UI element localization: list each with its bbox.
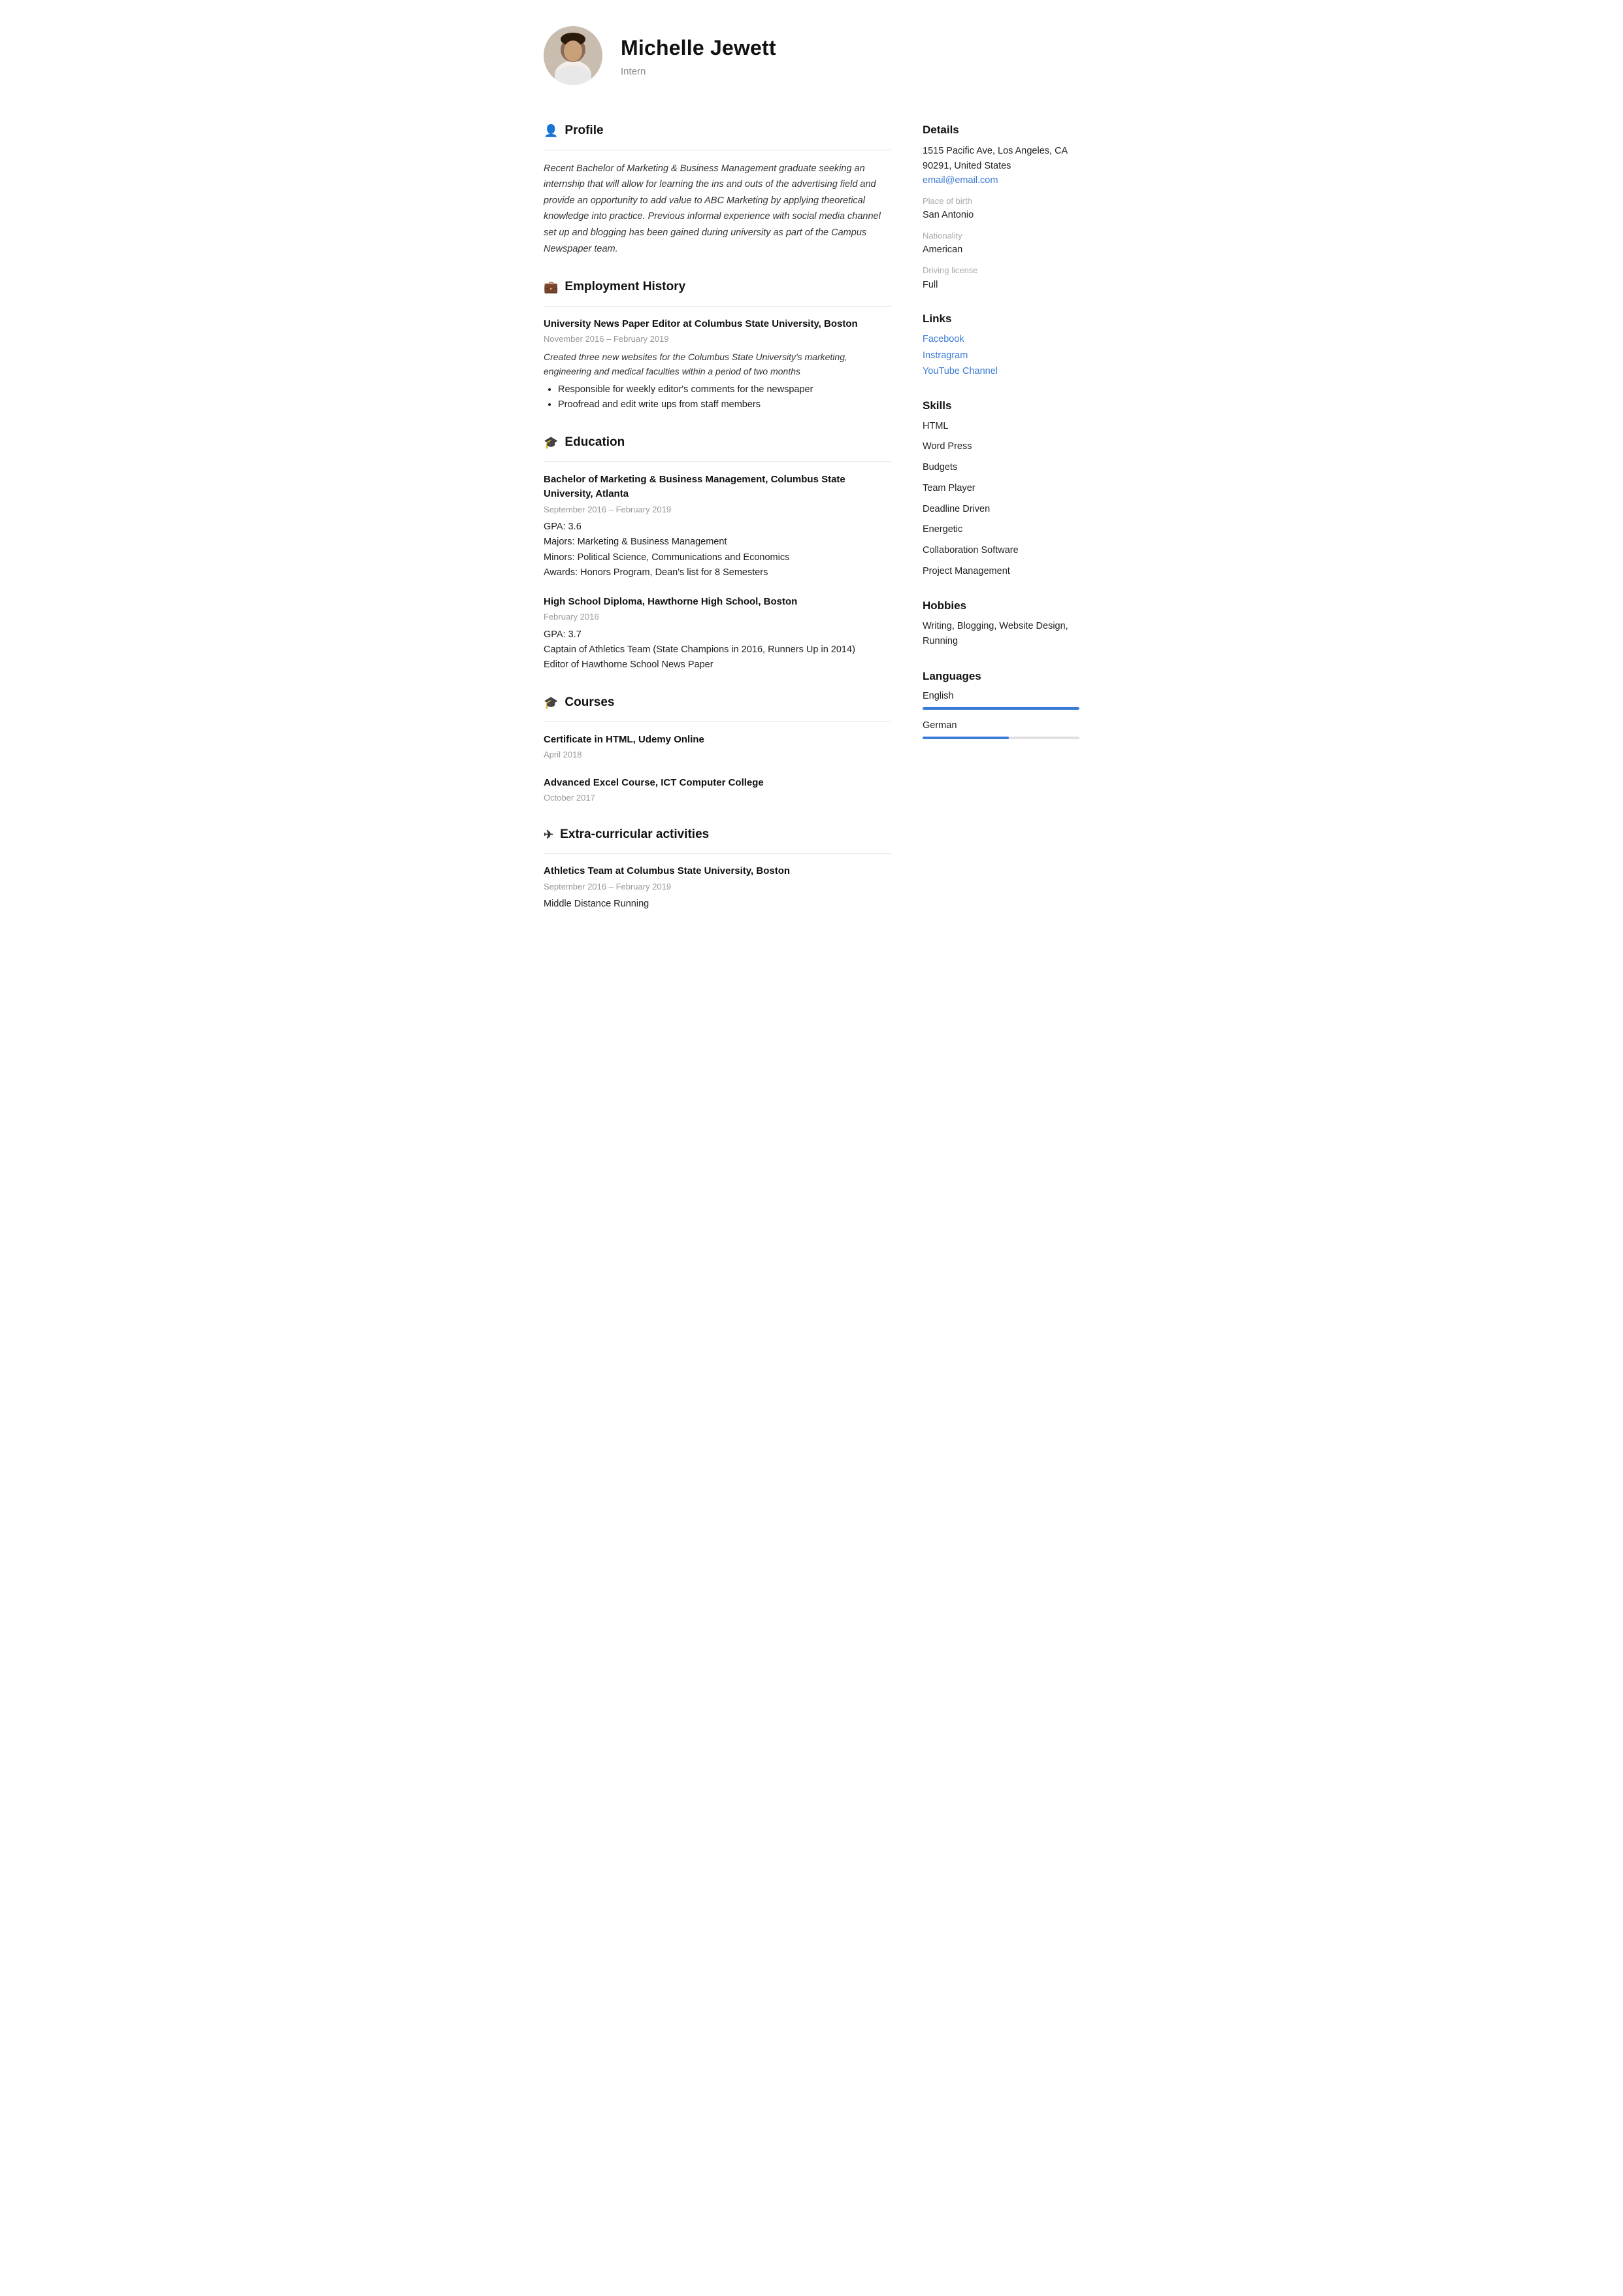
details-address: 1515 Pacific Ave, Los Angeles, CA 90291,… [923, 144, 1079, 174]
edu-line-1: Majors: Marketing & Business Management [544, 535, 891, 550]
driving-license-value: Full [923, 278, 1079, 293]
place-of-birth-value: San Antonio [923, 208, 1079, 223]
profile-icon: 👤 [544, 122, 558, 140]
details-section: Details 1515 Pacific Ave, Los Angeles, C… [923, 122, 1079, 292]
extracurricular-entry-0: Athletics Team at Columbus State Univers… [544, 864, 891, 912]
education-entry-0: Bachelor of Marketing & Business Managem… [544, 473, 891, 580]
bullet-0: Responsible for weekly editor's comments… [558, 383, 891, 397]
course-title-0: Certificate in HTML, Udemy Online [544, 733, 891, 748]
extracurricular-section-title: ✈ Extra-curricular activities [544, 825, 891, 844]
extracurricular-title-0: Athletics Team at Columbus State Univers… [544, 864, 891, 879]
education-date-0: September 2016 – February 2019 [544, 503, 891, 516]
candidate-title: Intern [621, 65, 776, 80]
lang-german-bar-fill [923, 737, 1009, 739]
lang-german: German [923, 719, 1079, 739]
candidate-name: Michelle Jewett [621, 32, 776, 63]
hobbies-text: Writing, Blogging, Website Design, Runni… [923, 619, 1079, 649]
links-section: Links Facebook Instragram YouTube Channe… [923, 310, 1079, 379]
link-youtube[interactable]: YouTube Channel [923, 365, 1079, 379]
skill-project-mgmt: Project Management [923, 565, 1079, 579]
avatar [544, 26, 602, 85]
lang-english-bar-bg [923, 707, 1079, 710]
details-title: Details [923, 122, 1079, 139]
courses-section: 🎓 Courses Certificate in HTML, Udemy Onl… [544, 693, 891, 805]
left-column: 👤 Profile Recent Bachelor of Marketing &… [544, 122, 891, 933]
employment-title-0: University News Paper Editor at Columbus… [544, 317, 891, 332]
header: Michelle Jewett Intern [544, 26, 1079, 98]
extracurricular-divider [544, 853, 891, 854]
edu-line-3: Awards: Honors Program, Dean's list for … [544, 565, 891, 580]
languages-title: Languages [923, 668, 1079, 685]
main-layout: 👤 Profile Recent Bachelor of Marketing &… [544, 122, 1079, 933]
edu-line-2: Minors: Political Science, Communication… [544, 550, 891, 565]
course-title-1: Advanced Excel Course, ICT Computer Coll… [544, 776, 891, 791]
extracurricular-body-0: Middle Distance Running [544, 897, 891, 912]
lang-english-name: English [923, 690, 1079, 704]
edu-line-0: GPA: 3.6 [544, 520, 891, 535]
course-entry-1: Advanced Excel Course, ICT Computer Coll… [544, 776, 891, 805]
education-section: 🎓 Education Bachelor of Marketing & Busi… [544, 433, 891, 673]
lang-german-bar-bg [923, 737, 1079, 739]
skill-collab-software: Collaboration Software [923, 544, 1079, 558]
courses-section-title: 🎓 Courses [544, 693, 891, 712]
education-body-1: GPA: 3.7 Captain of Athletics Team (Stat… [544, 627, 891, 673]
edu2-line-1: Captain of Athletics Team (State Champio… [544, 642, 891, 657]
employment-desc-0: Created three new websites for the Colum… [544, 350, 891, 379]
link-instagram[interactable]: Instragram [923, 349, 1079, 363]
education-section-title: 🎓 Education [544, 433, 891, 452]
courses-icon: 🎓 [544, 694, 558, 712]
hobbies-title: Hobbies [923, 597, 1079, 614]
skill-energetic: Energetic [923, 523, 1079, 537]
extracurricular-icon: ✈ [544, 826, 553, 844]
hobbies-section: Hobbies Writing, Blogging, Website Desig… [923, 597, 1079, 650]
employment-divider [544, 306, 891, 307]
education-body-0: GPA: 3.6 Majors: Marketing & Business Ma… [544, 520, 891, 580]
profile-text: Recent Bachelor of Marketing & Business … [544, 161, 891, 258]
education-title-1: High School Diploma, Hawthorne High Scho… [544, 595, 891, 610]
link-facebook[interactable]: Facebook [923, 333, 1079, 347]
skill-team-player: Team Player [923, 482, 1079, 496]
skills-title: Skills [923, 397, 1079, 414]
nationality-label: Nationality [923, 229, 1079, 242]
edu2-line-2: Editor of Hawthorne School News Paper [544, 657, 891, 673]
lang-english-bar-fill [923, 707, 1079, 710]
lang-english: English [923, 690, 1079, 710]
course-date-1: October 2017 [544, 791, 891, 805]
nationality-value: American [923, 243, 1079, 258]
employment-icon: 💼 [544, 278, 558, 296]
place-of-birth-label: Place of birth [923, 195, 1079, 208]
profile-section: 👤 Profile Recent Bachelor of Marketing &… [544, 122, 891, 257]
driving-license-label: Driving license [923, 264, 1079, 277]
skill-budgets: Budgets [923, 461, 1079, 475]
employment-section: 💼 Employment History University News Pap… [544, 278, 891, 412]
education-divider [544, 461, 891, 462]
education-title-0: Bachelor of Marketing & Business Managem… [544, 473, 891, 502]
employment-entry-0: University News Paper Editor at Columbus… [544, 317, 891, 412]
extra-line-0: Middle Distance Running [544, 897, 891, 912]
skills-section: Skills HTML Word Press Budgets Team Play… [923, 397, 1079, 579]
extracurricular-date-0: September 2016 – February 2019 [544, 880, 891, 893]
details-email[interactable]: email@email.com [923, 174, 1079, 188]
course-date-0: April 2018 [544, 748, 891, 761]
bullet-1: Proofread and edit write ups from staff … [558, 398, 891, 412]
employment-bullets-0: Responsible for weekly editor's comments… [544, 383, 891, 413]
profile-section-title: 👤 Profile [544, 122, 891, 141]
employment-date-0: November 2016 – February 2019 [544, 333, 891, 346]
skill-html: HTML [923, 420, 1079, 434]
education-entry-1: High School Diploma, Hawthorne High Scho… [544, 595, 891, 673]
links-title: Links [923, 310, 1079, 327]
education-date-1: February 2016 [544, 610, 891, 624]
education-icon: 🎓 [544, 434, 558, 452]
employment-section-title: 💼 Employment History [544, 278, 891, 297]
edu2-line-0: GPA: 3.7 [544, 627, 891, 642]
course-entry-0: Certificate in HTML, Udemy Online April … [544, 733, 891, 761]
right-column: Details 1515 Pacific Ave, Los Angeles, C… [923, 122, 1079, 933]
languages-section: Languages English German [923, 668, 1079, 739]
resume-page: Michelle Jewett Intern 👤 Profile Recent … [517, 0, 1106, 973]
skill-wordpress: Word Press [923, 440, 1079, 454]
header-info: Michelle Jewett Intern [621, 32, 776, 80]
lang-german-name: German [923, 719, 1079, 733]
extracurricular-section: ✈ Extra-curricular activities Athletics … [544, 825, 891, 912]
skill-deadline-driven: Deadline Driven [923, 503, 1079, 517]
